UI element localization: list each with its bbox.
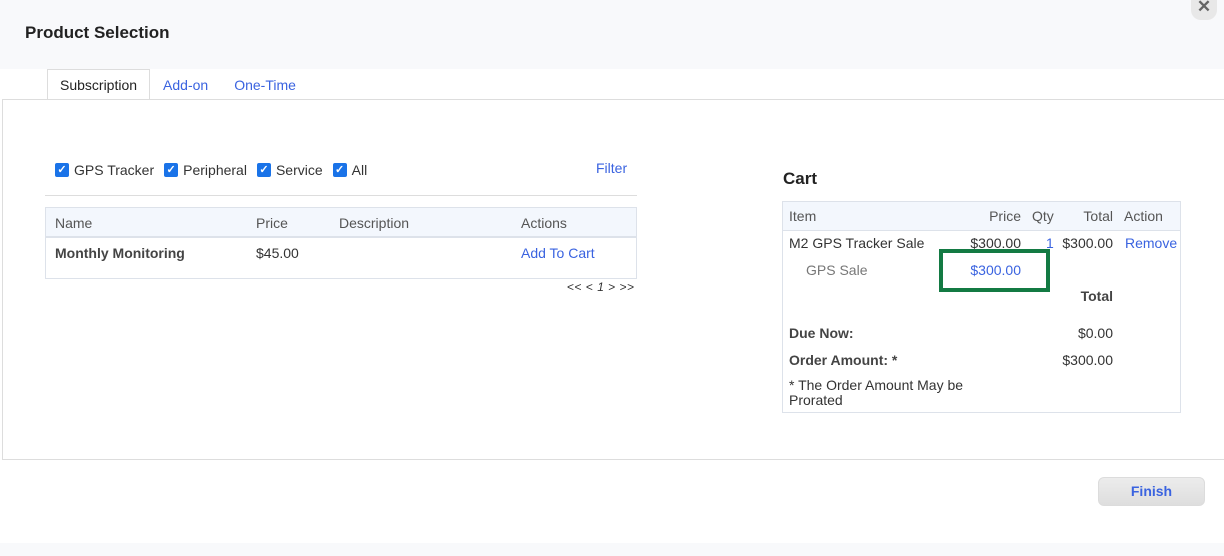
product-table-header: Name Price Description Actions: [46, 208, 636, 238]
column-header-total: Total: [1083, 208, 1113, 224]
column-header-description: Description: [339, 215, 410, 231]
modal-footer: [0, 543, 1224, 556]
pager-first[interactable]: <<: [567, 280, 582, 294]
order-amount-label: Order Amount: *: [789, 352, 898, 368]
cart-title: Cart: [783, 169, 818, 188]
remove-link[interactable]: Remove: [1125, 235, 1177, 251]
filter-link[interactable]: Filter: [596, 160, 627, 176]
filter-service[interactable]: ✓ Service: [256, 162, 323, 178]
filter-label: GPS Tracker: [74, 162, 155, 178]
column-header-qty: Qty: [1032, 208, 1054, 224]
filter-label: All: [351, 162, 368, 178]
due-now-label: Due Now:: [789, 325, 854, 341]
due-now-value: $0.00: [1077, 325, 1113, 341]
tab-add-on[interactable]: Add-on: [150, 69, 221, 100]
column-header-price: Price: [989, 208, 1021, 224]
filter-peripheral[interactable]: ✓ Peripheral: [164, 162, 247, 178]
checkbox-checked-icon[interactable]: ✓: [164, 163, 179, 177]
checkbox-checked-icon[interactable]: ✓: [256, 163, 271, 177]
order-amount-value: $300.00: [1062, 352, 1113, 368]
close-button[interactable]: ✕: [1191, 0, 1217, 20]
column-header-actions: Actions: [521, 215, 567, 231]
filter-gps-tracker[interactable]: ✓ GPS Tracker: [55, 162, 154, 178]
modal-header: Product Selection: [0, 0, 1224, 69]
highlight-box: [939, 249, 1050, 292]
pager-current-page: 1: [597, 280, 605, 294]
modal-title: Product Selection: [25, 23, 170, 42]
cart-subitem-name: GPS Sale: [806, 262, 868, 278]
tab-one-time[interactable]: One-Time: [221, 69, 309, 100]
finish-button[interactable]: Finish: [1098, 477, 1205, 506]
filter-label: Peripheral: [183, 162, 247, 178]
cart-item-total: $300.00: [1062, 235, 1113, 251]
proration-note: * The Order Amount May be Prorated: [789, 377, 964, 408]
divider: [45, 195, 637, 196]
total-label: Total: [1080, 288, 1113, 304]
tab-bar: Subscription Add-on One-Time: [47, 69, 309, 100]
column-header-item: Item: [789, 208, 817, 224]
product-price: $45.00: [256, 245, 299, 261]
column-header-price: Price: [256, 215, 288, 231]
cart-table-header: Item Price Qty Total Action: [783, 202, 1180, 231]
filter-label: Service: [275, 162, 323, 178]
product-name: Monthly Monitoring: [55, 245, 185, 261]
checkbox-checked-icon[interactable]: ✓: [332, 163, 347, 177]
filter-all[interactable]: ✓ All: [332, 162, 368, 178]
pagination: << < 1 > >>: [567, 280, 635, 294]
tab-subscription[interactable]: Subscription: [47, 69, 151, 100]
add-to-cart-link[interactable]: Add To Cart: [521, 245, 595, 261]
pager-prev[interactable]: <: [586, 280, 594, 294]
pager-last[interactable]: >>: [620, 280, 635, 294]
checkbox-checked-icon[interactable]: ✓: [55, 163, 69, 177]
table-row: Monthly Monitoring $45.00 Add To Cart: [46, 238, 636, 278]
product-table: Name Price Description Actions Monthly M…: [45, 207, 637, 279]
cart-item-name: M2 GPS Tracker Sale: [789, 235, 925, 251]
category-filters: ✓ GPS Tracker ✓ Peripheral ✓ Service ✓ A…: [55, 162, 377, 178]
cart-table: Item Price Qty Total Action M2 GPS Track…: [782, 201, 1181, 413]
column-header-name: Name: [55, 215, 93, 231]
pager-next[interactable]: >: [608, 280, 616, 294]
column-header-action: Action: [1124, 208, 1163, 224]
close-icon: ✕: [1196, 0, 1212, 16]
